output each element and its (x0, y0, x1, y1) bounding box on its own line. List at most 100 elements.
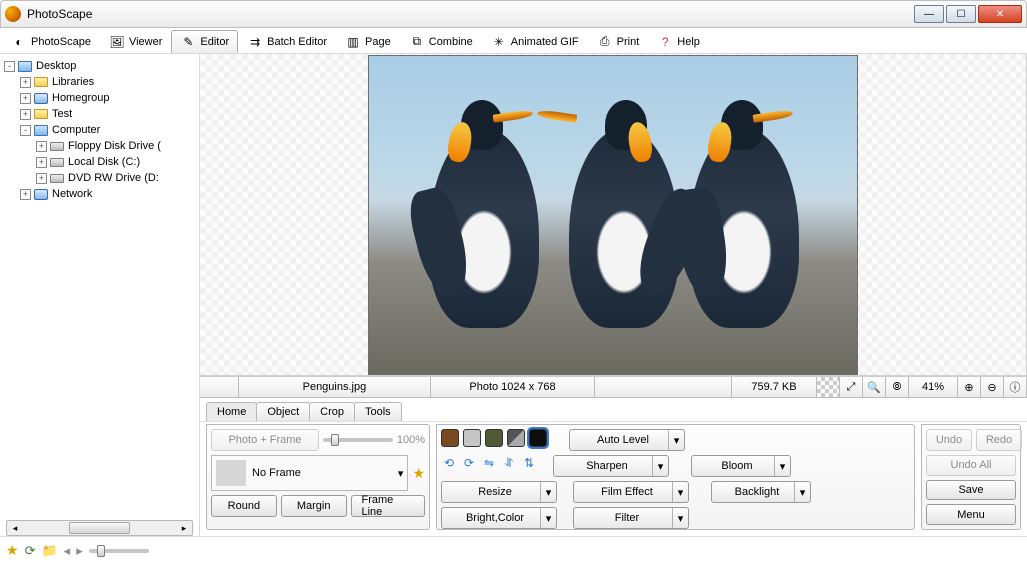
tree-item[interactable]: -Desktop (4, 58, 197, 74)
current-image[interactable] (368, 55, 858, 375)
bloom-drop[interactable]: Bloom▾ (691, 455, 791, 477)
tree-item[interactable]: +Local Disk (C:) (4, 154, 197, 170)
tab-page[interactable]: ▥Page (336, 30, 400, 53)
expand-icon[interactable]: + (20, 109, 31, 120)
tab-combine[interactable]: ⧉Combine (400, 30, 482, 53)
browse-icon[interactable]: ⟳ (25, 543, 36, 559)
thumbnail-size-slider[interactable] (89, 549, 149, 553)
redo-button[interactable]: Redo (976, 429, 1022, 451)
close-button[interactable]: ✕ (978, 5, 1022, 23)
tab-batch-editor[interactable]: ⇉Batch Editor (238, 30, 336, 53)
scroll-left-icon[interactable]: ◂ (7, 521, 23, 535)
expand-icon[interactable]: + (20, 93, 31, 104)
undo-all-button[interactable]: Undo All (926, 455, 1016, 476)
expand-icon[interactable]: - (4, 61, 15, 72)
chevron-down-icon[interactable]: ▾ (652, 456, 668, 476)
chevron-down-icon[interactable]: ▾ (398, 467, 404, 480)
expand-icon[interactable]: + (20, 189, 31, 200)
next-icon[interactable]: ▸ (76, 543, 83, 559)
minimize-button[interactable]: — (914, 5, 944, 23)
frame-slider[interactable] (323, 438, 393, 442)
tree-label: Floppy Disk Drive ( (68, 140, 161, 152)
menu-button[interactable]: Menu (926, 504, 1016, 525)
color-swatch-selected[interactable] (529, 429, 547, 447)
resize-drop[interactable]: Resize▾ (441, 481, 557, 503)
save-button[interactable]: Save (926, 480, 1016, 501)
tab-photoscape[interactable]: ◐PhotoScape (2, 30, 100, 53)
flip-h-icon[interactable]: ⇋ (481, 455, 497, 471)
print-icon: ⎙ (597, 34, 613, 50)
frame-select[interactable]: No Frame (252, 467, 392, 479)
auto-level-drop[interactable]: Auto Level▾ (569, 429, 685, 451)
subtab-home[interactable]: Home (206, 402, 257, 421)
expand-icon[interactable]: + (36, 173, 47, 184)
canvas[interactable] (200, 54, 1027, 376)
chevron-down-icon[interactable]: ▾ (774, 456, 790, 476)
tab-editor[interactable]: ✎Editor (171, 30, 238, 53)
fit-screen-icon[interactable]: ⤢ (839, 377, 863, 398)
photo-frame-button[interactable]: Photo + Frame (211, 429, 319, 451)
subtab-crop[interactable]: Crop (309, 402, 355, 421)
tree-item[interactable]: + Test (4, 106, 197, 122)
bright-color-drop[interactable]: Bright,Color▾ (441, 507, 557, 529)
filter-drop[interactable]: Filter▾ (573, 507, 689, 529)
actual-size-icon[interactable]: 🔍 (862, 377, 886, 398)
expand-icon[interactable]: + (36, 157, 47, 168)
transparency-icon[interactable] (816, 377, 840, 398)
tab-label: Batch Editor (267, 36, 327, 48)
margin-button[interactable]: Margin (281, 495, 347, 517)
expand-icon[interactable]: + (36, 141, 47, 152)
color-swatch[interactable] (507, 429, 525, 447)
tab-viewer[interactable]: 🖼Viewer (100, 30, 171, 53)
rotate-right-icon[interactable]: ⟳ (461, 455, 477, 471)
chevron-down-icon[interactable]: ▾ (540, 508, 556, 528)
app-icon (5, 6, 21, 22)
maximize-button[interactable]: ☐ (946, 5, 976, 23)
chevron-down-icon[interactable]: ▾ (794, 482, 810, 502)
tree-item[interactable]: -Computer (4, 122, 197, 138)
zoom-home-icon[interactable]: ⦾ (885, 377, 909, 398)
backlight-drop[interactable]: Backlight▾ (711, 481, 811, 503)
film-effect-drop[interactable]: Film Effect▾ (573, 481, 689, 503)
folder-tree[interactable]: -Desktop+Libraries+Homegroup+Test-Comput… (0, 54, 200, 536)
tab-animated-gif[interactable]: ✳Animated GIF (482, 30, 588, 53)
flip-v-icon[interactable]: ⥯ (501, 455, 517, 471)
color-swatch[interactable] (441, 429, 459, 447)
tree-label: Test (52, 108, 72, 120)
tree-item[interactable]: +Network (4, 186, 197, 202)
info-icon[interactable]: ⓘ (1003, 377, 1027, 398)
zoom-in-icon[interactable]: ⊕ (957, 377, 981, 398)
round-button[interactable]: Round (211, 495, 277, 517)
window-titlebar: PhotoScape — ☐ ✕ (0, 0, 1027, 28)
bottom-bar: ★ ⟳ 📁 ◂ ▸ (0, 536, 1027, 564)
tree-item[interactable]: +DVD RW Drive (D: (4, 170, 197, 186)
subtab-object[interactable]: Object (256, 402, 310, 421)
favorite-frame-icon[interactable]: ★ (412, 465, 425, 482)
expand-icon[interactable]: - (20, 125, 31, 136)
star-icon[interactable]: ★ (6, 542, 19, 559)
chevron-down-icon[interactable]: ▾ (540, 482, 556, 502)
tab-print[interactable]: ⎙Print (588, 30, 649, 53)
folder-icon[interactable]: 📁 (41, 543, 57, 559)
chevron-down-icon[interactable]: ▾ (672, 482, 688, 502)
sharpen-drop[interactable]: Sharpen▾ (553, 455, 669, 477)
tree-hscrollbar[interactable]: ◂ ▸ (6, 520, 193, 536)
color-swatch[interactable] (485, 429, 503, 447)
tree-item[interactable]: + Floppy Disk Drive ( (4, 138, 197, 154)
scroll-right-icon[interactable]: ▸ (176, 521, 192, 535)
tree-item[interactable]: +Libraries (4, 74, 197, 90)
color-swatch[interactable] (463, 429, 481, 447)
tree-item[interactable]: +Homegroup (4, 90, 197, 106)
scroll-thumb[interactable] (69, 522, 130, 534)
tab-help[interactable]: ?Help (648, 30, 709, 53)
expand-icon[interactable]: + (20, 77, 31, 88)
chevron-down-icon[interactable]: ▾ (668, 430, 684, 450)
undo-button[interactable]: Undo (926, 429, 972, 451)
rotate-left-icon[interactable]: ⟲ (441, 455, 457, 471)
subtab-tools[interactable]: Tools (354, 402, 402, 421)
straighten-icon[interactable]: ⇅ (521, 455, 537, 471)
zoom-out-icon[interactable]: ⊖ (980, 377, 1004, 398)
prev-icon[interactable]: ◂ (64, 543, 71, 559)
frame-line-button[interactable]: Frame Line (351, 495, 426, 517)
chevron-down-icon[interactable]: ▾ (672, 508, 688, 528)
